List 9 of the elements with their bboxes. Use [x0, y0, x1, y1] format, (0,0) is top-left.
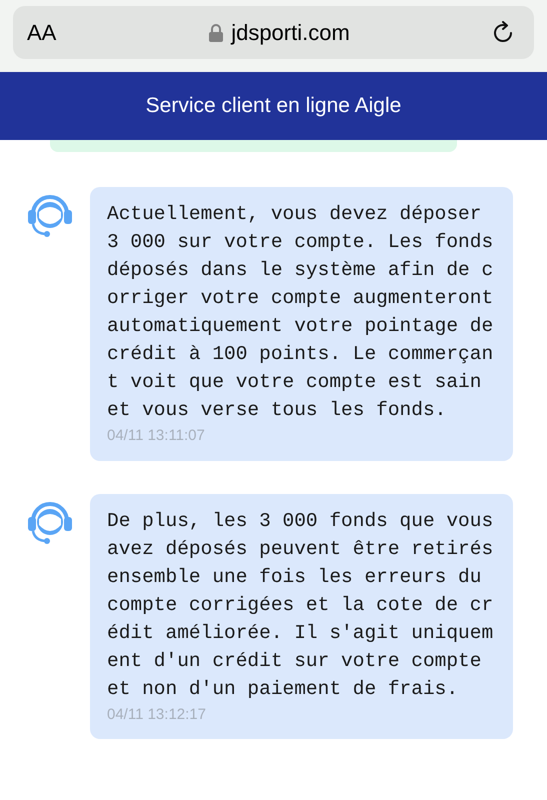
- message-time: 04/11 13:11:07: [107, 426, 206, 446]
- message-text: Actuellement, vous devez déposer 3 000 sur votre compte. Les fonds déposés dans le système afin de corriger votre compte augmenteront automatiquement votre pointage de crédit à 100 points. Le commerçant voit que votre compte est sain et vous verse tous les fonds.: [107, 202, 494, 423]
- header-title: Service client en ligne Aigle: [146, 93, 402, 120]
- address-bar[interactable]: AA jdsporti.com: [13, 6, 534, 59]
- url-text: jdsporti.com: [231, 19, 350, 47]
- message-text: De plus, les 3 000 fonds que vous avez déposés peuvent être retirés ensemble une fois les erreurs du compte corrigées et la cote de crédit améliorée. Il s'agit uniquement d'un crédit sur votre compte et non d'un paiement de frais.: [107, 508, 494, 702]
- text-size-button[interactable]: AA: [27, 16, 67, 49]
- lock-icon: [209, 24, 224, 42]
- message-time: 04/11 13:12:17: [107, 704, 207, 724]
